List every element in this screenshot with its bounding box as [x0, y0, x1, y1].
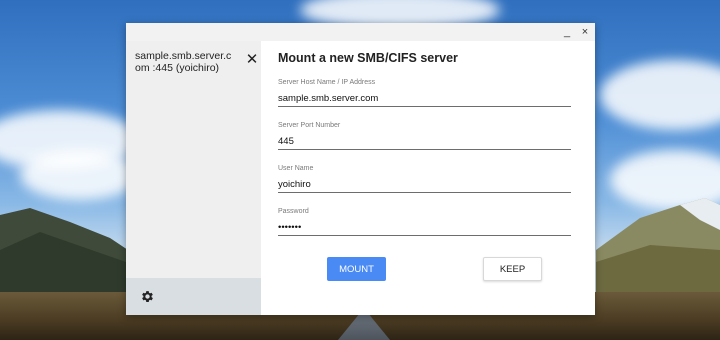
remove-server-button[interactable]: ✕ [245, 52, 259, 67]
keep-button[interactable]: KEEP [483, 257, 542, 281]
port-input[interactable] [278, 134, 571, 150]
username-field: User Name [278, 165, 571, 199]
window-titlebar[interactable]: _ × [126, 23, 595, 41]
sidebar-footer [126, 278, 261, 315]
host-label: Server Host Name / IP Address [278, 79, 376, 86]
password-input[interactable] [278, 220, 571, 236]
sidebar-server-entry[interactable]: sample.smb.server.com :445 (yoichiro) [135, 50, 235, 74]
mount-button[interactable]: MOUNT [327, 257, 386, 281]
username-label: User Name [278, 165, 314, 172]
sidebar: sample.smb.server.com :445 (yoichiro) ✕ [126, 41, 261, 315]
password-field: Password [278, 208, 571, 242]
host-field: Server Host Name / IP Address [278, 79, 571, 113]
smb-mount-window: _ × sample.smb.server.com :445 (yoichiro… [126, 23, 595, 315]
password-label: Password [278, 208, 309, 215]
port-field: Server Port Number [278, 122, 571, 156]
port-label: Server Port Number [278, 122, 341, 129]
window-close-button[interactable]: × [577, 24, 593, 40]
gear-icon[interactable] [140, 289, 155, 304]
username-input[interactable] [278, 177, 571, 193]
host-input[interactable] [278, 91, 571, 107]
form-title: Mount a new SMB/CIFS server [278, 51, 458, 65]
mount-form: Mount a new SMB/CIFS server Server Host … [261, 41, 595, 315]
minimize-button[interactable]: _ [559, 24, 575, 40]
